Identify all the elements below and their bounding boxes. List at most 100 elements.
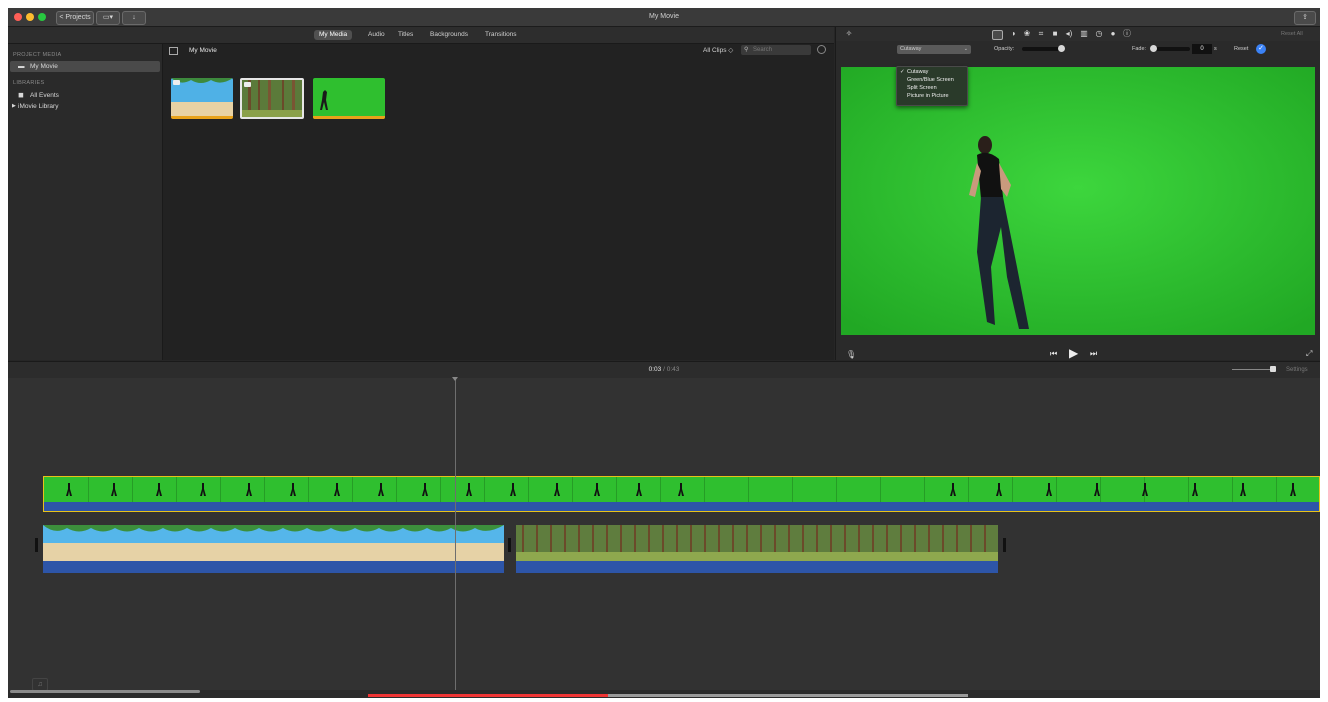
overlay-mode-value: Cutaway <box>900 46 922 52</box>
imovie-window: < Projects ▭▾ ↓ My Movie ⇪ My Media Audi… <box>8 8 1320 698</box>
fullscreen-icon[interactable]: ⤢ <box>1306 349 1312 359</box>
opacity-slider-knob[interactable] <box>1058 45 1065 52</box>
title-bar: < Projects ▭▾ ↓ My Movie ⇪ <box>8 8 1320 27</box>
skip-forward-icon[interactable]: ⏭ <box>1090 349 1097 359</box>
beach-clip[interactable] <box>43 525 504 573</box>
beach-filmstrip <box>43 525 504 573</box>
menu-item-picture-in-picture[interactable]: Picture in Picture <box>907 92 949 100</box>
opacity-label: Opacity: <box>994 46 1015 52</box>
speed-icon[interactable]: ◷ <box>1094 29 1104 39</box>
sidebar-item-label: My Movie <box>30 63 58 70</box>
film-icon: ▬ <box>18 63 25 70</box>
camera-icon <box>244 82 251 87</box>
timeline-settings-button[interactable]: Settings <box>1286 362 1308 378</box>
overlay-mode-menu: ✓ Cutaway Green/Blue Screen Split Screen… <box>896 66 968 106</box>
media-clip-forest[interactable] <box>240 78 304 119</box>
beach-thumbnail <box>171 78 233 119</box>
video-preview <box>841 67 1315 335</box>
timeline-header: 0:03 / 0:43 Settings <box>8 361 1320 379</box>
green-screen-thumbnail <box>313 78 385 119</box>
overlay-mode-dropdown[interactable]: Cutaway ⌄ <box>897 45 971 54</box>
sidebar-item-label: All Events <box>30 92 59 99</box>
search-field[interactable]: ⚲ Search <box>741 45 811 55</box>
zoom-slider[interactable] <box>1232 369 1274 370</box>
media-tabs-bar: My Media Audio Titles Backgrounds Transi… <box>8 27 834 44</box>
libraries-sidebar: PROJECT MEDIA ▬ My Movie LIBRARIES ◼ All… <box>8 44 163 360</box>
tab-backgrounds[interactable]: Backgrounds <box>425 30 473 40</box>
window-title: My Movie <box>649 13 679 20</box>
clips-filter-dropdown[interactable]: All Clips ◇ <box>703 46 733 56</box>
search-icon: ⚲ <box>744 47 749 53</box>
media-clip-beach[interactable] <box>171 78 233 119</box>
reset-all-button[interactable]: Reset All <box>1281 29 1303 39</box>
green-screen-clip[interactable] <box>43 476 1320 512</box>
sidebar-item-all-events[interactable]: ◼ All Events <box>10 90 160 101</box>
browser-title: My Movie <box>189 47 217 54</box>
forest-filmstrip <box>516 525 998 573</box>
disclosure-triangle-icon[interactable]: ▶ <box>12 101 16 112</box>
fade-label: Fade: <box>1132 46 1147 52</box>
sidebar-item-label: iMovie Library <box>18 103 59 110</box>
magic-wand-icon[interactable]: ✧ <box>844 29 854 39</box>
forest-clip[interactable] <box>516 525 998 573</box>
tab-audio[interactable]: Audio <box>363 30 390 40</box>
search-placeholder: Search <box>753 47 773 53</box>
playhead[interactable] <box>455 378 456 690</box>
menu-item-cutaway[interactable]: Cutaway <box>907 68 928 76</box>
color-balance-icon[interactable]: ◑ <box>1008 29 1018 39</box>
overlay-controls: Cutaway ⌄ Opacity: Fade: 0 s Reset ✓ <box>836 41 1320 61</box>
color-correction-icon[interactable]: ❀ <box>1022 29 1032 39</box>
skip-back-icon[interactable]: ⏮ <box>1050 349 1057 359</box>
sidebar-item-my-movie[interactable]: ▬ My Movie <box>10 61 160 72</box>
total-time: 0:43 <box>666 366 680 373</box>
forest-thumbnail <box>242 80 302 117</box>
tab-my-media[interactable]: My Media <box>314 30 353 40</box>
menu-item-green-blue-screen[interactable]: Green/Blue Screen <box>907 76 954 84</box>
chevron-down-icon: ⌄ <box>963 46 968 52</box>
info-icon[interactable]: ⓘ <box>1122 29 1132 39</box>
timeline: ♫ <box>8 377 1320 698</box>
opacity-slider[interactable] <box>1022 47 1062 51</box>
reset-button[interactable]: Reset <box>1234 45 1248 54</box>
tab-transitions[interactable]: Transitions <box>480 30 522 40</box>
green-screen-frame <box>841 67 1315 335</box>
checkmark-icon: ✓ <box>900 69 905 75</box>
apply-checkmark-icon[interactable]: ✓ <box>1256 44 1266 54</box>
menu-item-split-screen[interactable]: Split Screen <box>907 84 937 92</box>
clock-icon[interactable] <box>817 45 826 54</box>
sidebar-item-imovie-library[interactable]: ▶ iMovie Library <box>10 101 160 112</box>
libraries-header: LIBRARIES <box>13 80 45 86</box>
clip-trim-handle[interactable] <box>1003 538 1006 552</box>
microphone-icon[interactable]: 🎙 <box>846 350 856 359</box>
stabilization-icon[interactable]: ■ <box>1050 29 1060 39</box>
noise-reduction-icon[interactable]: ● <box>1108 29 1118 39</box>
time-separator: / <box>663 366 665 373</box>
crop-icon[interactable]: ⌗ <box>1036 29 1046 39</box>
timecode: 0:03 / 0:43 <box>8 362 1320 378</box>
horizontal-scrollbar-track[interactable] <box>8 690 1320 698</box>
fade-value-field[interactable]: 0 <box>1192 44 1212 54</box>
media-clip-green-screen[interactable] <box>313 78 385 119</box>
green-screen-filmstrip <box>44 477 1319 511</box>
video-progress-bar <box>368 694 968 697</box>
clip-trim-handle[interactable] <box>508 538 511 552</box>
equalizer-icon[interactable]: ▥ <box>1079 29 1089 39</box>
clip-trim-handle[interactable] <box>35 538 38 552</box>
star-icon: ◼ <box>18 92 24 99</box>
playhead-marker-icon[interactable] <box>452 377 458 381</box>
viewer-toolbar: ✧ ◑ ❀ ⌗ ■ ◂) ▥ ◷ ● ⓘ Reset All <box>836 27 1320 41</box>
project-media-header: PROJECT MEDIA <box>13 52 62 58</box>
overlay-settings-icon[interactable] <box>992 30 1003 40</box>
play-button[interactable]: ▶ <box>1069 346 1078 360</box>
horizontal-scrollbar-thumb[interactable] <box>10 690 200 693</box>
tab-titles[interactable]: Titles <box>393 30 418 40</box>
current-time: 0:03 <box>648 366 662 373</box>
fade-unit: s <box>1214 46 1217 52</box>
media-browser: My Movie All Clips ◇ ⚲ Search <box>163 44 834 360</box>
volume-icon[interactable]: ◂) <box>1064 29 1074 39</box>
share-icon[interactable]: ⇪ <box>1294 11 1316 25</box>
fade-slider-knob[interactable] <box>1150 45 1157 52</box>
camera-icon <box>173 80 180 85</box>
sidebar-toggle-icon[interactable] <box>169 47 178 55</box>
zoom-slider-knob[interactable] <box>1270 366 1276 372</box>
